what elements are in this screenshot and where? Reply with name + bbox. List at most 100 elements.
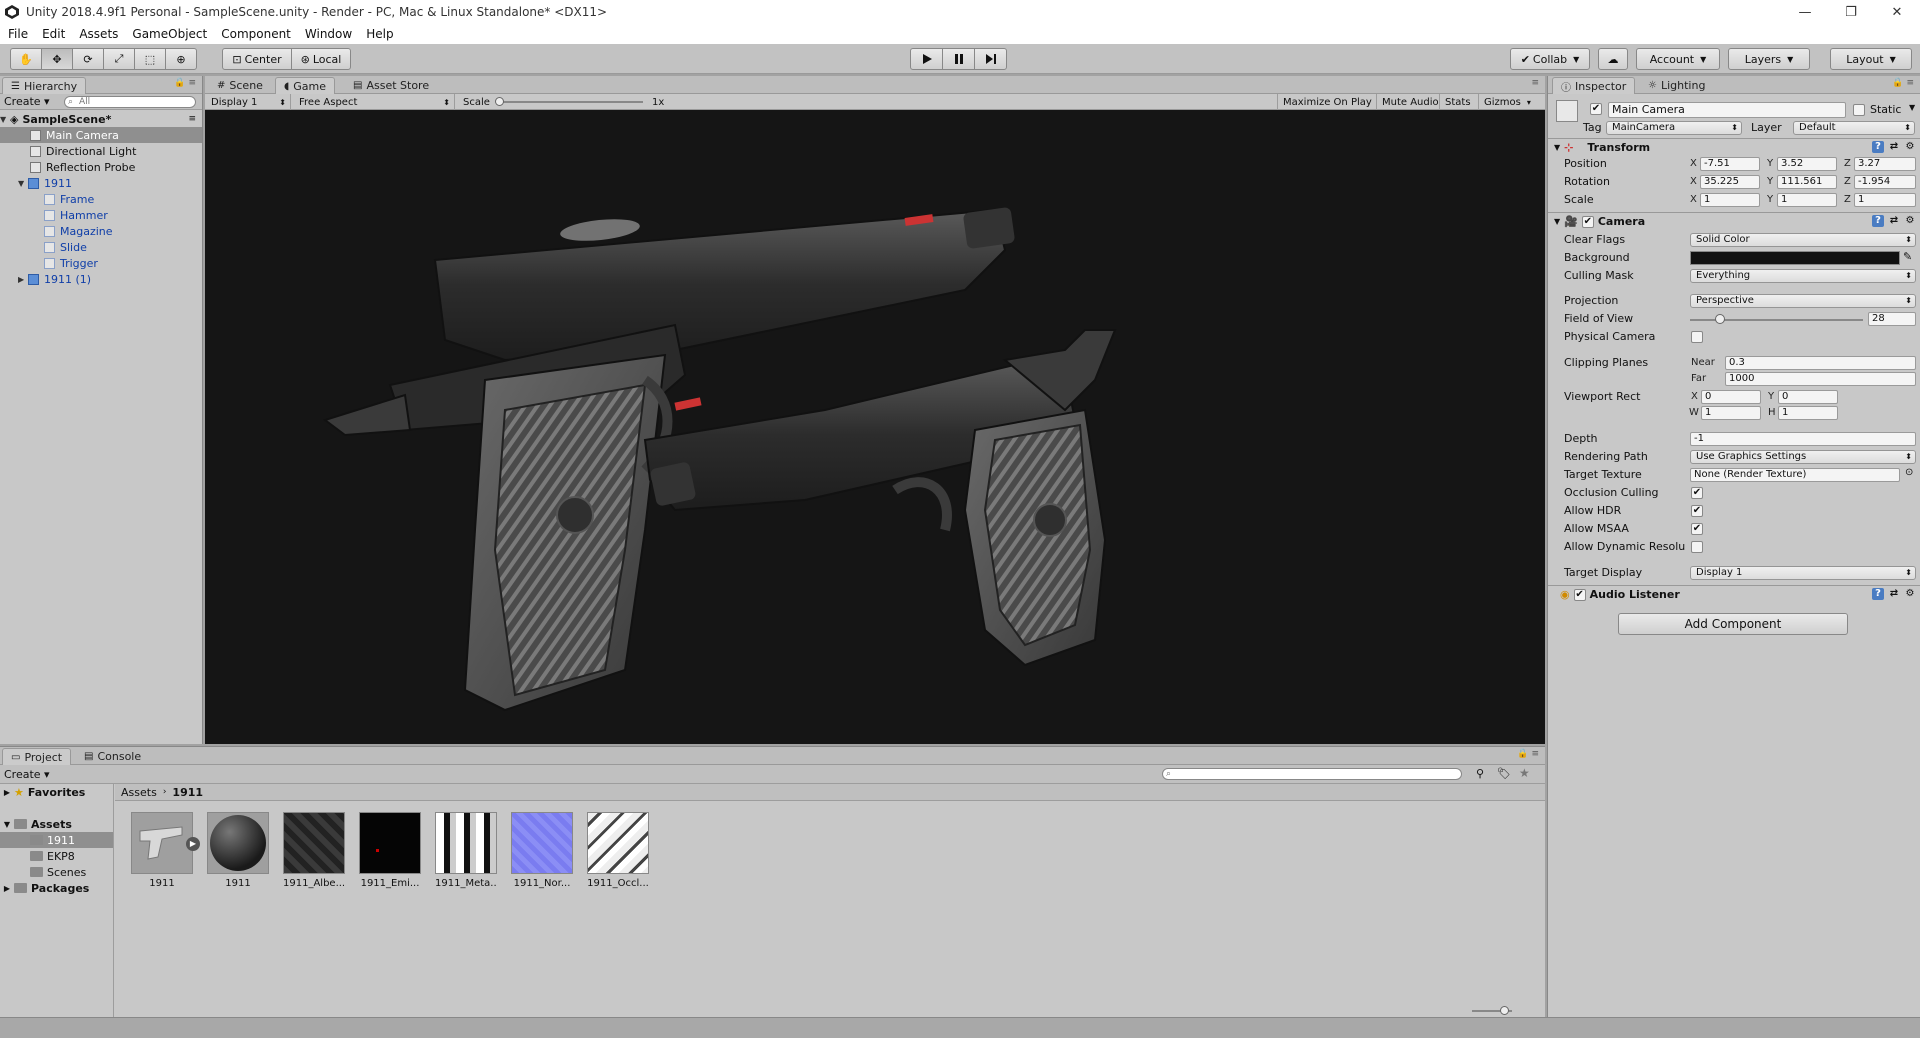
fov-slider[interactable]	[1690, 314, 1863, 324]
projection-dropdown[interactable]: Perspective	[1690, 294, 1916, 308]
dropdown-arrow-icon[interactable]: ▼	[1909, 103, 1915, 112]
maximize-button[interactable]: ❐	[1828, 0, 1874, 24]
audio-listener-enabled-checkbox[interactable]: ✔	[1573, 588, 1586, 601]
tab-game[interactable]: ◖ Game	[275, 77, 336, 94]
asset-albedo-texture[interactable]: 1911_Albe...	[283, 812, 345, 889]
asset-metallic-texture[interactable]: 1911_Meta...	[435, 812, 497, 889]
hierarchy-item-reflection-probe[interactable]: Reflection Probe	[0, 159, 202, 175]
fov-field[interactable]: 28	[1868, 312, 1916, 326]
hierarchy-item-1911-copy[interactable]: ▶ 1911 (1)	[0, 271, 202, 287]
expand-arrow-icon[interactable]: ▶	[0, 884, 14, 893]
panel-menu-icon[interactable]: ≡	[1531, 78, 1539, 88]
menu-window[interactable]: Window	[305, 27, 352, 41]
allow-hdr-checkbox[interactable]: ✔	[1691, 505, 1703, 517]
active-checkbox[interactable]: ✔	[1590, 103, 1602, 115]
scale-slider-handle[interactable]	[495, 97, 504, 106]
gear-icon[interactable]: ⚙	[1904, 588, 1916, 600]
thumbnail-size-handle[interactable]	[1500, 1006, 1509, 1015]
expand-arrow-icon[interactable]: ▼	[1554, 217, 1560, 226]
camera-enabled-checkbox[interactable]: ✔	[1581, 215, 1594, 228]
target-texture-field[interactable]: None (Render Texture)	[1690, 468, 1900, 482]
panel-menu-icon[interactable]: 🔒 ≡	[1892, 78, 1914, 88]
scene-row[interactable]: ▼ ◈ SampleScene* ≡	[0, 111, 202, 127]
layers-button[interactable]: Layers ▼	[1728, 48, 1810, 70]
far-clip-field[interactable]: 1000	[1725, 372, 1916, 386]
position-z-field[interactable]: 3.27	[1854, 157, 1916, 171]
hierarchy-item-directional-light[interactable]: Directional Light	[0, 143, 202, 159]
close-button[interactable]: ✕	[1874, 0, 1920, 24]
eyedropper-icon[interactable]: ✎	[1903, 250, 1912, 263]
depth-field[interactable]: -1	[1690, 432, 1916, 446]
panel-menu-icon[interactable]: 🔒 ≡	[174, 78, 196, 88]
filter-type-icon[interactable]: ⚲	[1476, 767, 1484, 780]
scale-tool-button[interactable]: ⤢	[103, 48, 135, 70]
hierarchy-search-input[interactable]: ⌕ All	[64, 96, 196, 108]
asset-1911-material[interactable]: 1911	[207, 812, 269, 889]
viewport-y-field[interactable]: 0	[1778, 390, 1838, 404]
allow-dynamic-resolution-checkbox[interactable]	[1691, 541, 1703, 553]
cloud-button[interactable]: ☁	[1598, 48, 1628, 70]
expand-arrow-icon[interactable]: ▼	[0, 820, 14, 829]
tag-dropdown[interactable]: MainCamera	[1606, 121, 1742, 135]
menu-help[interactable]: Help	[366, 27, 393, 41]
rendering-path-dropdown[interactable]: Use Graphics Settings	[1690, 450, 1916, 464]
account-button[interactable]: Account ▼	[1636, 48, 1720, 70]
camera-header[interactable]: ▼ 🎥 ✔ Camera ? ⇄ ⚙	[1548, 212, 1920, 230]
hierarchy-item-magazine[interactable]: Magazine	[0, 223, 202, 239]
minimize-button[interactable]: —	[1782, 0, 1828, 24]
hand-tool-button[interactable]: ✋	[10, 48, 42, 70]
asset-occlusion-texture[interactable]: 1911_Occl...	[587, 812, 649, 889]
tree-folder-scenes[interactable]: Scenes	[0, 864, 113, 880]
expand-arrow-icon[interactable]: ▼	[18, 179, 28, 188]
viewport-h-field[interactable]: 1	[1778, 406, 1838, 420]
asset-emission-texture[interactable]: 1911_Emi...	[359, 812, 421, 889]
scale-slider[interactable]	[495, 97, 643, 106]
position-x-field[interactable]: -7.51	[1700, 157, 1760, 171]
background-color-swatch[interactable]	[1690, 251, 1900, 265]
object-name-field[interactable]: Main Camera	[1608, 102, 1846, 118]
menu-gameobject[interactable]: GameObject	[132, 27, 207, 41]
aspect-dropdown[interactable]: Free Aspect ⬍	[293, 94, 455, 110]
expand-arrow-icon[interactable]: ▶	[0, 788, 14, 797]
breadcrumb-1911[interactable]: 1911	[172, 786, 203, 799]
play-button[interactable]	[910, 48, 943, 70]
tab-project[interactable]: ▭ Project	[2, 748, 72, 765]
gear-icon[interactable]: ⚙	[1904, 141, 1916, 153]
culling-mask-dropdown[interactable]: Everything	[1690, 269, 1916, 283]
tree-assets[interactable]: ▼ Assets	[0, 816, 113, 832]
viewport-x-field[interactable]: 0	[1701, 390, 1761, 404]
fov-slider-handle[interactable]	[1715, 314, 1725, 324]
tab-console[interactable]: ▤ Console	[76, 748, 149, 765]
hierarchy-item-trigger[interactable]: Trigger	[0, 255, 202, 271]
target-display-dropdown[interactable]: Display 1	[1690, 566, 1916, 580]
menu-assets[interactable]: Assets	[79, 27, 118, 41]
occlusion-culling-checkbox[interactable]: ✔	[1691, 487, 1703, 499]
hierarchy-item-1911[interactable]: ▼ 1911	[0, 175, 202, 191]
help-icon[interactable]: ?	[1872, 141, 1884, 153]
tab-scene[interactable]: # Scene	[209, 77, 271, 94]
physical-camera-checkbox[interactable]	[1691, 331, 1703, 343]
step-button[interactable]	[974, 48, 1007, 70]
preset-icon[interactable]: ⇄	[1888, 588, 1900, 600]
layer-dropdown[interactable]: Default	[1793, 121, 1915, 135]
rotation-y-field[interactable]: 111.561	[1777, 175, 1837, 189]
pivot-local-button[interactable]: ⊛ Local	[291, 48, 351, 70]
tree-folder-1911[interactable]: 1911	[0, 832, 113, 848]
tree-packages[interactable]: ▶ Packages	[0, 880, 113, 896]
hierarchy-create-button[interactable]: Create ▾	[4, 95, 50, 108]
scale-x-field[interactable]: 1	[1700, 193, 1760, 207]
add-component-button[interactable]: Add Component	[1618, 613, 1848, 635]
collab-button[interactable]: ✔ Collab ▼	[1510, 48, 1590, 70]
favorite-star-icon[interactable]: ★	[1519, 766, 1530, 780]
object-picker-icon[interactable]: ⊙	[1905, 467, 1913, 478]
tree-folder-ekp8[interactable]: EKP8	[0, 848, 113, 864]
transform-tool-button[interactable]: ⊕	[165, 48, 197, 70]
thumbnail-size-slider[interactable]	[1472, 1006, 1512, 1015]
rotation-z-field[interactable]: -1.954	[1854, 175, 1916, 189]
stats-button[interactable]: Stats	[1439, 94, 1476, 110]
hierarchy-item-main-camera[interactable]: Main Camera	[0, 127, 202, 143]
menu-component[interactable]: Component	[221, 27, 291, 41]
expand-arrow-icon[interactable]: ▶	[18, 275, 28, 284]
project-create-button[interactable]: Create ▾	[4, 768, 50, 781]
clear-flags-dropdown[interactable]: Solid Color	[1690, 233, 1916, 247]
